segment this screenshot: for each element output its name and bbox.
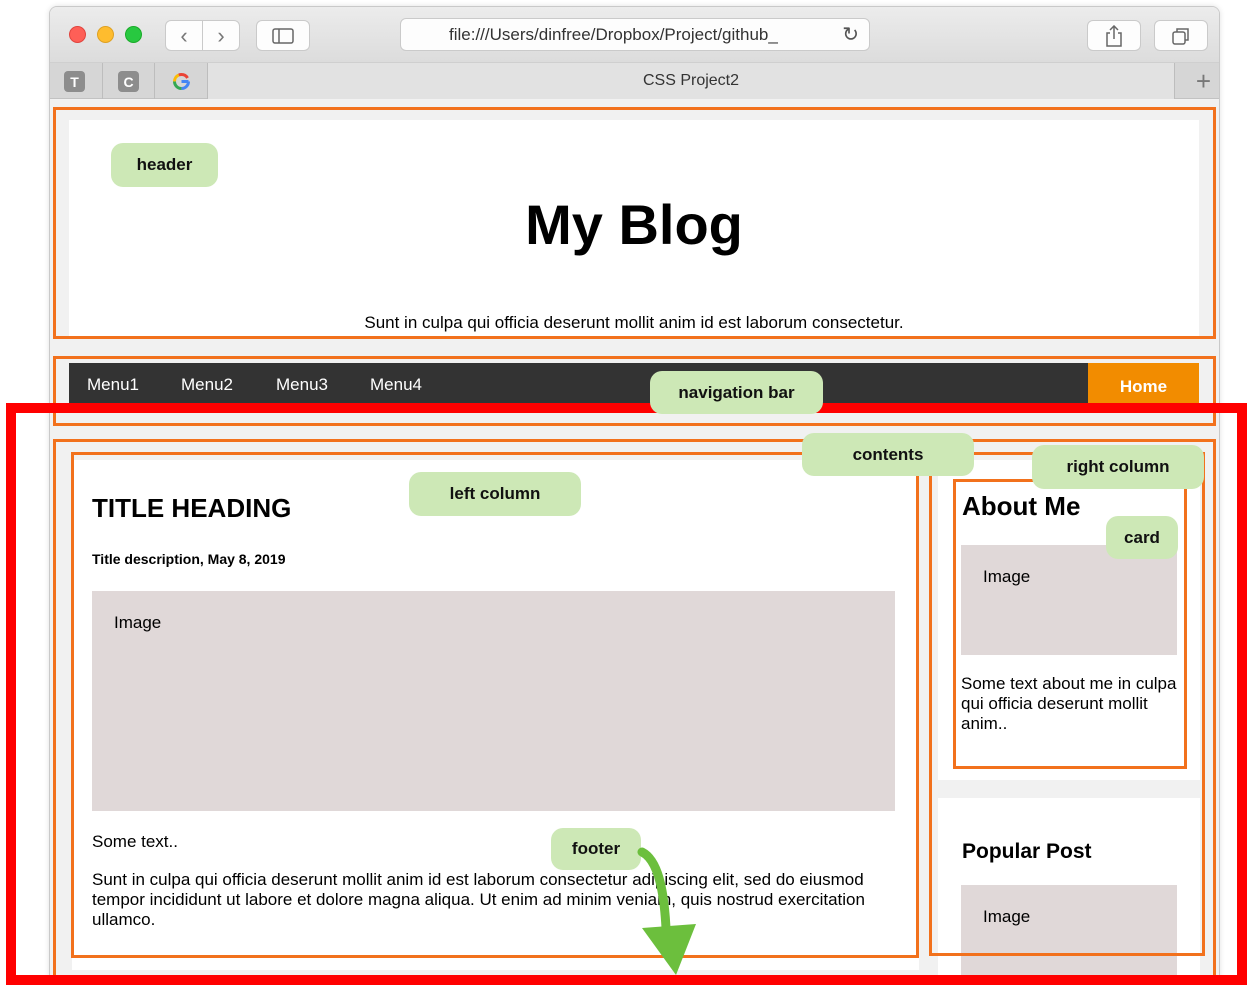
address-url: file:///Users/dinfree/Dropbox/Project/gi… — [449, 24, 778, 44]
reload-icon[interactable]: ↻ — [842, 22, 859, 47]
pinned-tab-t[interactable]: T — [64, 71, 85, 92]
browser-toolbar: ‹ › file:///Users/dinfree/Dropbox/Projec… — [50, 7, 1219, 63]
chevron-right-icon: › — [217, 22, 225, 48]
tab-bar: T C CSS Project2 + — [50, 63, 1219, 99]
forward-button[interactable]: › — [202, 20, 240, 51]
pinned-tab-google[interactable] — [171, 71, 192, 92]
footer-region-highlight — [6, 403, 1247, 985]
header-outline — [53, 107, 1216, 339]
back-button[interactable]: ‹ — [165, 20, 203, 51]
tab-css-project2[interactable]: CSS Project2 — [207, 63, 1175, 99]
pinned-tab-c[interactable]: C — [118, 71, 139, 92]
show-tabs-button[interactable] — [1154, 20, 1208, 51]
share-icon — [1106, 24, 1122, 47]
footer-tag: footer — [551, 828, 641, 870]
sidebar-icon — [272, 27, 294, 44]
tabs-overview-icon — [1172, 27, 1189, 45]
address-bar[interactable]: file:///Users/dinfree/Dropbox/Project/gi… — [400, 18, 870, 51]
minimize-window-button[interactable] — [97, 26, 114, 43]
right-column-tag: right column — [1032, 445, 1204, 489]
contents-tag: contents — [802, 433, 974, 476]
chevron-left-icon: ‹ — [180, 22, 188, 48]
share-button[interactable] — [1087, 20, 1141, 51]
sidebar-toggle-button[interactable] — [256, 20, 310, 51]
google-icon — [173, 73, 190, 90]
close-window-button[interactable] — [69, 26, 86, 43]
header-tag: header — [111, 143, 218, 187]
card-tag: card — [1106, 516, 1178, 559]
footer-arrow-icon — [637, 847, 696, 975]
left-column-tag: left column — [409, 472, 581, 516]
new-tab-button[interactable]: + — [1196, 66, 1211, 97]
zoom-window-button[interactable] — [125, 26, 142, 43]
navigation-bar-tag: navigation bar — [650, 371, 823, 414]
